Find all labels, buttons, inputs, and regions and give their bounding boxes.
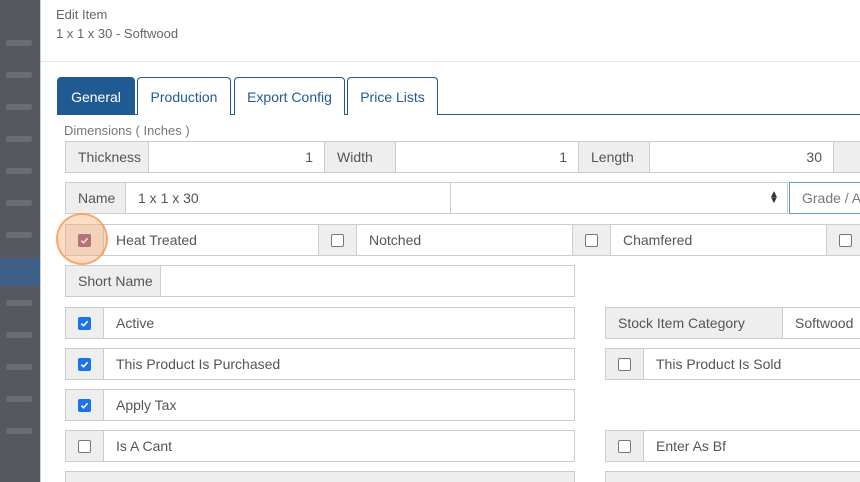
name-group: Name 1 x 1 x 30: [65, 182, 451, 214]
tab-production[interactable]: Production: [137, 77, 231, 115]
background-nav-selected: [0, 258, 40, 286]
is-a-cant-checkbox[interactable]: [66, 431, 104, 461]
apply-tax-label: Apply Tax: [116, 397, 177, 413]
short-name-label: Short Name: [66, 266, 161, 296]
notched-checkbox[interactable]: [319, 225, 357, 255]
chamfered-checkbox[interactable]: [573, 225, 611, 255]
background-nav-item: [6, 332, 32, 338]
is-a-cant-label: Is A Cant: [116, 438, 173, 454]
modal-header: Edit Item 1 x 1 x 30 - Softwood: [41, 0, 860, 62]
tab-export-config[interactable]: Export Config: [234, 77, 345, 115]
width-label: Width: [325, 142, 396, 172]
width-input[interactable]: 1: [396, 142, 579, 172]
heat-treated-group: Heat Treated: [65, 224, 319, 256]
enter-as-bf-group: Enter As Bf: [605, 430, 860, 462]
background-nav-item: [6, 104, 32, 110]
stock-category-group: Stock Item Category Softwood: [605, 307, 860, 339]
stock-category-label: Stock Item Category: [606, 308, 783, 338]
purchased-group: This Product Is Purchased: [65, 348, 575, 380]
length-group: Length 30: [578, 141, 834, 173]
grade-select[interactable]: Grade / A: [789, 182, 860, 214]
purchased-label: This Product Is Purchased: [116, 356, 281, 372]
short-name-group: Short Name: [65, 265, 575, 297]
enter-as-bf-checkbox[interactable]: [606, 431, 644, 461]
name-select[interactable]: ▲ ▼: [450, 182, 788, 214]
background-nav-item: [6, 364, 32, 370]
thickness-label: Thickness: [66, 142, 149, 172]
stock-category-select[interactable]: Softwood: [783, 308, 860, 338]
notched-group: Notched: [318, 224, 573, 256]
next-right-field-group: [605, 471, 860, 482]
background-sidebar: [0, 0, 40, 482]
edit-item-modal: Edit Item 1 x 1 x 30 - Softwood General …: [40, 0, 860, 482]
length-input[interactable]: 30: [650, 142, 834, 172]
thickness-input[interactable]: 1: [149, 142, 325, 172]
is-a-cant-group: Is A Cant: [65, 430, 575, 462]
select-updown-icon: ▲ ▼: [769, 189, 779, 206]
background-nav-item: [6, 40, 32, 46]
chamfered-group: Chamfered: [572, 224, 827, 256]
extra-attribute-checkbox[interactable]: [827, 225, 860, 255]
thickness-group: Thickness 1: [65, 141, 325, 173]
notched-label: Notched: [369, 232, 422, 248]
chamfered-label: Chamfered: [623, 232, 693, 248]
tab-price-lists[interactable]: Price Lists: [347, 77, 438, 115]
background-nav-item: [6, 300, 32, 306]
extra-attribute-group: [826, 224, 860, 256]
background-nav-item: [6, 136, 32, 142]
active-checkbox[interactable]: [66, 308, 104, 338]
sold-label: This Product Is Sold: [656, 356, 782, 372]
active-label: Active: [116, 315, 155, 331]
length-label: Length: [579, 142, 650, 172]
purchased-checkbox[interactable]: [66, 349, 104, 379]
enter-as-bf-label: Enter As Bf: [656, 438, 727, 454]
background-nav-item: [6, 200, 32, 206]
background-nav-item: [6, 232, 32, 238]
width-group: Width 1: [324, 141, 579, 173]
dimension-extra-addon: [833, 141, 860, 173]
active-group: Active: [65, 307, 575, 339]
background-nav-item: [6, 168, 32, 174]
heat-treated-checkbox[interactable]: [66, 225, 104, 255]
dimensions-label: Dimensions ( Inches ): [64, 123, 190, 138]
apply-tax-checkbox[interactable]: [66, 390, 104, 420]
name-label: Name: [66, 183, 126, 213]
modal-subtitle: 1 x 1 x 30 - Softwood: [56, 26, 179, 41]
background-nav-item: [6, 428, 32, 434]
next-field-group: [65, 471, 575, 482]
background-nav-item: [6, 396, 32, 402]
sold-group: This Product Is Sold: [605, 348, 860, 380]
sold-checkbox[interactable]: [606, 349, 644, 379]
tab-bar: General Production Export Config Price L…: [57, 77, 860, 115]
tab-general[interactable]: General: [57, 77, 135, 115]
grade-placeholder: Grade / A: [802, 190, 860, 206]
modal-title: Edit Item: [56, 7, 108, 22]
background-nav-item: [6, 72, 32, 78]
apply-tax-group: Apply Tax: [65, 389, 575, 421]
heat-treated-label: Heat Treated: [116, 232, 197, 248]
short-name-input[interactable]: [161, 266, 575, 296]
name-input[interactable]: 1 x 1 x 30: [126, 183, 451, 213]
